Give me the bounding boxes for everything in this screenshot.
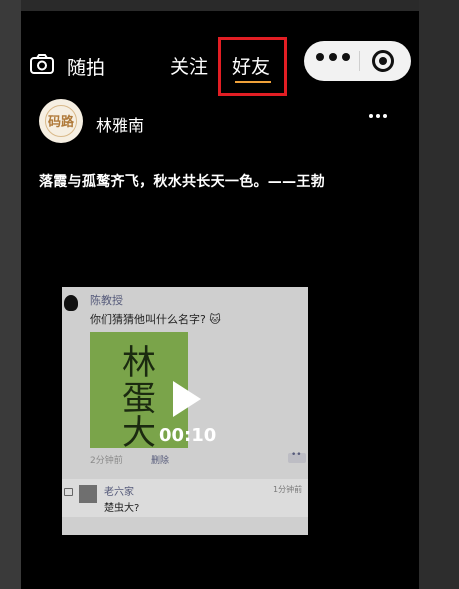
comment-box: 老六家 1分钟前 楚虫大? bbox=[62, 479, 308, 517]
video-player[interactable]: 陈教授 你们猜猜他叫什么名字? 🐱 林 蛋 大 00:10 2分钟前 删除 老六… bbox=[62, 287, 308, 535]
snap-label[interactable]: 随拍 bbox=[67, 53, 105, 80]
handwriting-char-3: 大 bbox=[122, 413, 156, 448]
target-close-icon[interactable] bbox=[372, 50, 394, 72]
comment-time: 1分钟前 bbox=[273, 485, 303, 494]
poster-name: 陈教授 bbox=[90, 294, 123, 307]
delete-link[interactable]: 删除 bbox=[151, 453, 169, 466]
comment-options-icon[interactable] bbox=[288, 450, 306, 463]
comment-text: 楚虫大? bbox=[104, 503, 140, 514]
poster-avatar bbox=[64, 295, 78, 311]
phone-screen: 随拍 关注 好友 码路 林雅南 落霞与孤鹜齐飞，秋水共长天一色。——王勃 陈教授… bbox=[21, 11, 419, 589]
avatar-logo-text: 码路 bbox=[47, 115, 74, 130]
mini-program-capsule bbox=[304, 41, 411, 81]
capsule-divider bbox=[359, 51, 360, 71]
post-text: 落霞与孤鹜齐飞，秋水共长天一色。——王勃 bbox=[39, 174, 325, 190]
post-time: 2分钟前 bbox=[90, 456, 123, 466]
video-duration: 00:10 bbox=[159, 425, 217, 446]
commenter-avatar bbox=[79, 485, 97, 503]
camera-icon[interactable] bbox=[30, 54, 54, 74]
top-margin bbox=[21, 0, 419, 11]
post-more-icon[interactable] bbox=[369, 114, 387, 118]
avatar[interactable]: 码路 bbox=[39, 99, 83, 143]
commenter-name: 老六家 bbox=[104, 487, 134, 498]
author-name[interactable]: 林雅南 bbox=[96, 112, 144, 136]
highlight-annotation-box bbox=[218, 37, 287, 96]
comment-icon bbox=[64, 488, 73, 496]
right-margin bbox=[419, 0, 459, 589]
tab-follow[interactable]: 关注 bbox=[170, 52, 208, 79]
poster-question: 你们猜猜他叫什么名字? 🐱 bbox=[90, 313, 221, 326]
left-margin bbox=[0, 0, 21, 589]
play-icon[interactable] bbox=[173, 381, 201, 417]
more-dots-icon[interactable] bbox=[316, 53, 350, 61]
handwriting-char-1: 林 bbox=[122, 343, 156, 383]
